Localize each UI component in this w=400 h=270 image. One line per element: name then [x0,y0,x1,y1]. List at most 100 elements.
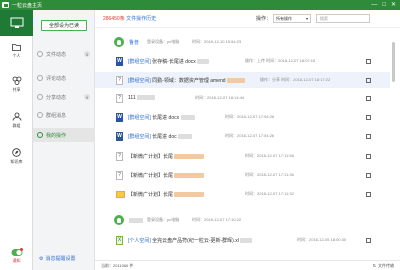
open-icon[interactable] [366,172,371,178]
item-description: [群组空间] 长尾进 docx [128,114,195,121]
history-count: 286450 [103,16,120,22]
item-meta: 时间：2018-12-07 17:11:36 [245,172,294,177]
list-item[interactable]: ? 【新微广计划】长尾 时间：2018-12-07 17:11:58 [95,148,390,164]
unknown-file-icon: ? [116,75,123,85]
item-text: 【新微广计划】长尾 [128,153,174,160]
redacted-text [174,191,205,197]
item-text: 【新微广计划】长尾 [128,172,174,179]
subnav-comment-activity[interactable]: 评论动态 [33,71,95,85]
file-activity-icon [37,51,43,57]
list-item[interactable]: W [群组空间] 张存稿-长尾进 docx 操作：上传 时间：2018-12-0… [95,53,390,69]
group-icon [12,112,21,121]
space-tag: [群组空间] [128,133,151,140]
mark-all-read-button[interactable]: 全部设为已读 [41,20,87,31]
status-left: 当前：2011060 件 [101,262,134,268]
message-settings-label: 消息提醒设置 [45,256,76,262]
scrollbar-thumb[interactable] [392,42,395,82]
item-text: 111 [128,95,136,101]
share-icon [12,76,21,85]
open-icon[interactable] [366,191,371,197]
unknown-file-icon: ? [116,170,123,180]
count-badge: 5 [84,51,90,57]
unknown-file-icon: ? [116,93,123,103]
item-meta: 时间：2018-12-07 17:54:26 [225,114,275,119]
list-item[interactable]: X [个人空间] 全完云盘产品符(纪一粒云-更新-群晖).xl 时间：2018-… [95,232,390,248]
unknown-file-icon: ? [116,151,123,161]
item-text: 张存稿-长尾进 docx [152,58,196,65]
scrollbar[interactable] [391,28,396,260]
subnav-group-messages[interactable]: 群组消息 [33,108,95,122]
redacted-text [137,95,155,101]
list-item[interactable]: 【新微广计划】长尾 时间：2018-12-07 17:11:32 [95,186,390,202]
subnav-share-activity[interactable]: 分享动态 9 [33,90,95,104]
subnav-label: 我的操作 [46,132,67,139]
open-icon[interactable] [366,58,371,64]
word-file-icon: W [116,131,123,141]
user-name[interactable] [129,217,143,223]
file-transfer-button[interactable]: ⇅ 文件传输 [373,263,394,269]
monitor-icon [10,17,23,28]
user-name[interactable]: 鲁普 [129,39,139,46]
item-meta: 操作：上传 时间：2018-12-07 18:07:15 [245,58,316,63]
open-icon[interactable] [366,237,371,243]
redacted-text [226,77,245,83]
redacted-text [178,133,193,139]
item-text: 同勤-领域：数据资产管理 amend [152,77,226,84]
open-icon[interactable] [366,77,371,83]
maximize-button[interactable]: □ [382,2,386,8]
item-description: [个人空间] 全完云盘产品符(纪一粒云-更新-群晖).xl [128,237,253,244]
transfer-icon: ⇅ [372,263,376,268]
app-logo-icon [2,2,9,8]
redacted-text [180,114,195,120]
nav-knowledge[interactable]: 知识库 [0,143,33,170]
search-input[interactable]: 搜索 [316,14,370,23]
list-item[interactable]: W [群组空间] 长尾进 doc 时间：2018-12-07 17:54:26 [95,128,390,144]
word-file-icon: W [116,112,123,122]
item-text: 全完云盘产品符(纪一粒云-更新-群晖).xl [152,237,239,244]
title-bar: 一粒云盘主页 — □ ✕ [0,0,400,10]
app-home-tile[interactable] [0,10,33,36]
folder-icon [12,43,21,51]
subnav-label: 分享动态 [46,94,67,101]
open-icon[interactable] [366,114,371,120]
notification-label: 通知 [12,258,21,263]
list-item[interactable]: ? 111 时间：2018-12-07 18:14:44 [95,90,390,106]
subnav-label: 群组消息 [46,112,67,119]
item-meta: 时间：2018-12-07 17:11:32 [245,191,294,196]
item-description: 【新微广计划】长尾 [128,191,205,198]
space-tag: [群组空间] [128,77,151,84]
close-button[interactable]: ✕ [391,2,396,8]
redacted-text [240,237,253,243]
minimize-button[interactable]: — [371,2,377,8]
subnav-my-operations[interactable]: 我的操作 [33,128,95,142]
folder-icon [116,190,125,198]
nav-personal[interactable]: 个人 [0,37,33,64]
list-item[interactable]: ? 【新微广计划】长尾 时间：2018-12-07 17:11:36 [95,167,390,183]
operation-select-value: 所有操作 [276,15,292,21]
open-icon[interactable] [366,133,371,139]
nav-shared[interactable]: 共享 [0,71,33,98]
operation-select[interactable]: 所有操作 ▾ [273,14,311,23]
item-meta: 时间：2018-12-07 18:14:44 [195,95,245,100]
login-device: 登录设备：pc电脑 [147,217,180,222]
main-panel: 286450条 文件操作历史 操作： 所有操作 ▾ 搜索 鲁普 登录设备：pc电… [95,10,400,270]
subnav-file-activity[interactable]: 文件动态 5 [33,47,95,61]
operation-label: 操作： [256,16,272,22]
history-count-suffix: 条 [119,16,125,22]
chevron-down-icon: ▾ [305,16,308,21]
open-icon[interactable] [366,95,371,101]
list-item[interactable]: W [群组空间] 长尾进 docx 时间：2018-12-07 17:54:26 [95,109,390,125]
login-time: 时间：2018-12-10 15:54:23 [192,39,242,44]
redacted-text [174,172,205,178]
item-description: 111 [128,95,155,101]
nav-group[interactable]: 群组 [0,107,33,134]
space-tag: [个人空间] [128,237,151,244]
list-item[interactable]: ? [群组空间] 同勤-领域：数据资产管理 amend 操作：分享 时间：201… [95,72,390,88]
subnav-label: 文件动态 [46,51,67,58]
subnav-label: 评论动态 [46,75,67,82]
message-settings-link[interactable]: ⚙ 消息提醒设置 [39,255,76,263]
status-bar: 当前：2011060 件 ⇅ 文件传输 [95,260,400,270]
open-icon[interactable] [366,153,371,159]
notification-button[interactable]: 通知 [0,248,33,264]
redacted-text [174,153,205,159]
